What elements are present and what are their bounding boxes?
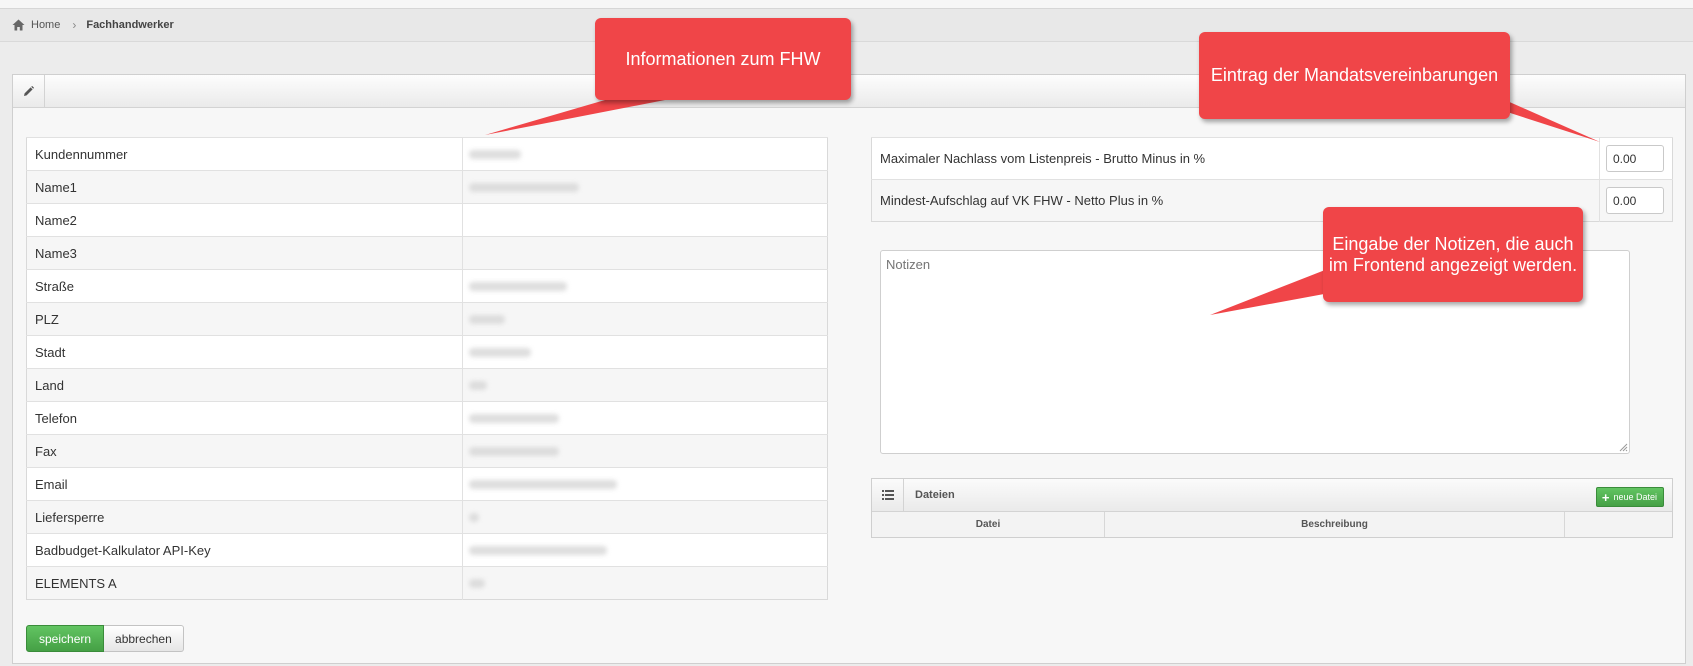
callout-notes: Eingabe der Notizen, die auch im Fronten…: [1323, 207, 1583, 302]
callout-info: Informationen zum FHW: [595, 18, 851, 100]
callout-pointer-notes: [1210, 270, 1335, 315]
callout-mandate: Eintrag der Mandatsvereinbarungen: [1199, 32, 1510, 119]
callout-pointer-info: [485, 100, 665, 135]
